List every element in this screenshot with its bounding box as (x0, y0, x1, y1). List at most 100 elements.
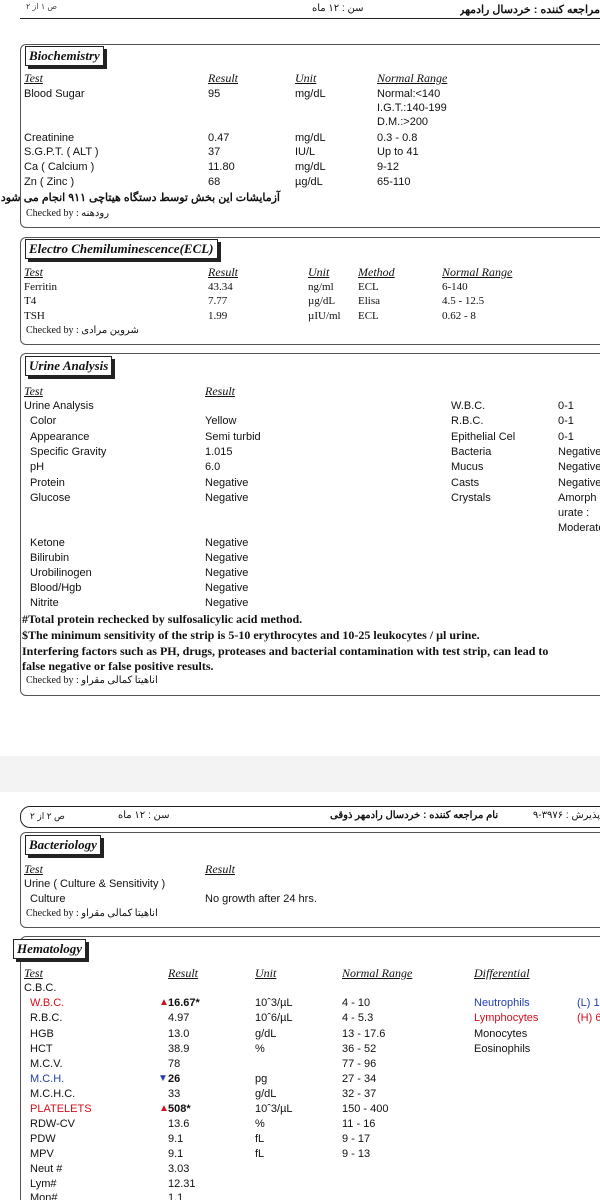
urine-note-1: #Total protein rechecked by sulfosalicyl… (22, 612, 303, 626)
diff-neutrophils-label: Neutrophils (474, 997, 530, 1009)
zinc-test: Zn ( Zinc ) (24, 176, 75, 188)
urine-bilirubin-test: Bilirubin (30, 552, 70, 564)
urine-note-3: Interfering factors such as PH, drugs, p… (22, 644, 549, 658)
wbc-result: 16.67* (168, 997, 200, 1009)
ecl-header-test: Test (24, 265, 43, 279)
urine-urobilinogen-test: Urobilinogen (30, 567, 92, 579)
wbc-test: W.B.C. (30, 997, 65, 1009)
urine-ph-result: 6.0 (205, 461, 221, 473)
blood-sugar-range-1: Normal:<140 (377, 88, 441, 100)
urine-color-result: Yellow (205, 415, 237, 427)
urine-ketone-result: Negative (205, 537, 249, 549)
tsh-method: ECL (358, 310, 379, 322)
urine-wbc-test: W.B.C. (451, 400, 486, 412)
biochemistry-title: Biochemistry (25, 46, 104, 66)
mon-count-test: Mon# (30, 1192, 58, 1200)
tsh-test: TSH (24, 310, 45, 322)
calcium-unit: mg/dL (295, 161, 326, 173)
mcv-test: M.C.V. (30, 1058, 63, 1070)
urine-header-result: Result (205, 384, 235, 398)
urine-casts-test: Casts (451, 477, 480, 489)
page-separator (0, 756, 600, 792)
mpv-test: MPV (30, 1148, 54, 1160)
platelets-range: 150 - 400 (342, 1103, 389, 1115)
rbc-unit: 10ˆ6/µL (255, 1012, 293, 1024)
t4-test: T4 (24, 295, 37, 307)
page1-header-line (20, 18, 600, 19)
ferritin-method: ECL (358, 281, 379, 293)
culture-result: No growth after 24 hrs. (205, 893, 317, 905)
mch-test: M.C.H. (30, 1073, 65, 1085)
calcium-test: Ca ( Calcium ) (24, 161, 95, 173)
zinc-range: 65-110 (377, 176, 411, 188)
creatinine-result: 0.47 (208, 132, 230, 144)
hct-unit: % (255, 1043, 265, 1055)
lym-count-test: Lym# (30, 1178, 57, 1190)
bacteriology-title: Bacteriology (25, 835, 101, 855)
bact-checked-by: Checked by : اناهیتا کمالی مقراو (26, 908, 158, 919)
diff-monocytes-label: Monocytes (474, 1028, 528, 1040)
urine-bacteria-result: Negative (558, 446, 600, 458)
ecl-header-result: Result (208, 265, 238, 279)
rdw-unit: % (255, 1118, 265, 1130)
ferritin-test: Ferritin (24, 281, 57, 293)
urine-crystals-extra-1: urate : (558, 507, 590, 519)
pdw-test: PDW (30, 1133, 56, 1145)
urine-ketone-test: Ketone (30, 537, 65, 549)
urine-color-test: Color (30, 415, 57, 427)
hct-test: HCT (30, 1043, 53, 1055)
creatinine-test: Creatinine (24, 132, 75, 144)
bact-header-result: Result (205, 862, 235, 876)
mpv-result: 9.1 (168, 1148, 184, 1160)
hgb-range: 13 - 17.6 (342, 1028, 386, 1040)
bact-header-test: Test (24, 862, 43, 876)
alt-unit: IU/L (295, 146, 316, 158)
urine-bilirubin-result: Negative (205, 552, 249, 564)
urine-rbc-test: R.B.C. (451, 415, 484, 427)
blood-sugar-test: Blood Sugar (24, 88, 85, 100)
urine-nitrite-test: Nitrite (30, 597, 59, 609)
tsh-range: 0.62 - 8 (442, 310, 476, 322)
urine-protein-result: Negative (205, 477, 249, 489)
alt-test: S.G.P.T. ( ALT ) (24, 146, 99, 158)
mon-count-result: 1.1 (168, 1192, 184, 1200)
zinc-unit: µg/dL (295, 176, 323, 188)
urine-ph-test: pH (30, 461, 45, 473)
zinc-result: 68 (208, 176, 221, 188)
page2-patient-name: نام مراجعه کننده : خردسال رادمهر ذوقی (330, 810, 499, 821)
t4-unit: µg/dL (308, 295, 336, 307)
biochem-header-test: Test (24, 71, 43, 85)
hct-result: 38.9 (168, 1043, 190, 1055)
platelets-test: PLATELETS (30, 1103, 92, 1115)
page1-age: سن : ۱۲ ماه (312, 3, 364, 14)
wbc-unit: 10ˆ3/µL (255, 997, 293, 1009)
tsh-unit: µIU/ml (308, 310, 341, 322)
rbc-range: 4 - 5.3 (342, 1012, 374, 1024)
urine-epithelial-result: 0-1 (558, 431, 574, 443)
mch-low-flag-icon: ▼ (158, 1073, 168, 1084)
urine-analysis-title: Urine Analysis (25, 356, 113, 376)
tsh-result: 1.99 (208, 310, 228, 322)
page1-page-label: ص ۱ از ۲ (26, 2, 58, 11)
mchc-result: 33 (168, 1088, 181, 1100)
rdw-test: RDW-CV (30, 1118, 76, 1130)
biochem-header-result: Result (208, 71, 238, 85)
pdw-result: 9.1 (168, 1133, 184, 1145)
urine-urobilinogen-result: Negative (205, 567, 249, 579)
t4-method: Elisa (358, 295, 380, 307)
urine-wbc-result: 0-1 (558, 400, 574, 412)
urine-sg-result: 1.015 (205, 446, 233, 458)
rdw-range: 11 - 16 (342, 1118, 376, 1130)
calcium-result: 11.80 (208, 161, 235, 173)
platelets-result: 508* (168, 1103, 191, 1115)
neut-count-test: Neut # (30, 1163, 63, 1175)
biochem-device-note: آزمایشات این بخش توسط دستگاه هیتاچی ۹۱۱ … (0, 192, 280, 204)
urine-blood-result: Negative (205, 582, 249, 594)
mchc-range: 32 - 37 (342, 1088, 377, 1100)
page2-age: سن : ۱۲ ماه (118, 810, 170, 821)
biochem-header-range: Normal Range (377, 71, 448, 85)
hgb-unit: g/dL (255, 1028, 277, 1040)
urine-casts-result: Negative (558, 477, 600, 489)
wbc-range: 4 - 10 (342, 997, 371, 1009)
ferritin-result: 43.34 (208, 281, 233, 293)
